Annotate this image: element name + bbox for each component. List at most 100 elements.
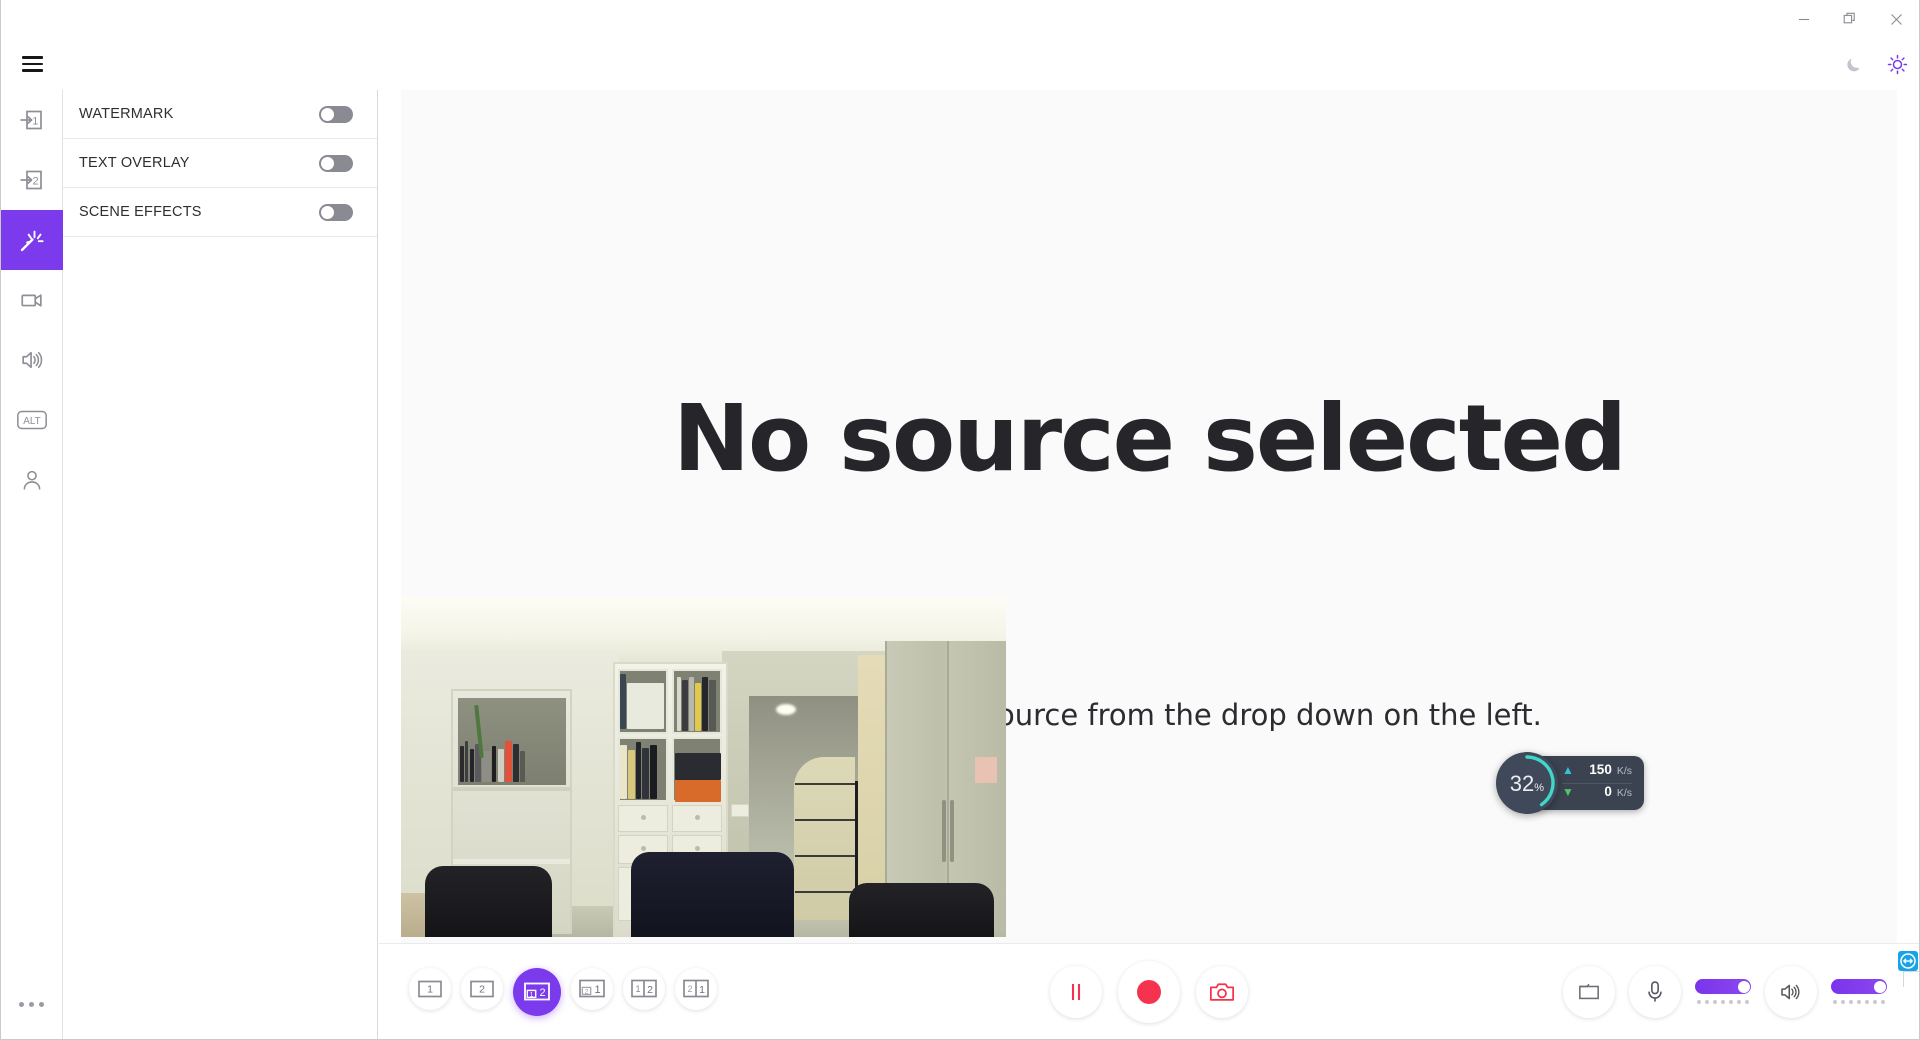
performance-indicator: 32% ▲ 150 K/s ▼ 0 K/s [1495, 752, 1644, 814]
layout-button-pip-1-in-2[interactable]: 1 2 [513, 967, 561, 1016]
layout-split-2-1-icon: 2 1 [683, 979, 709, 998]
microphone-level-meter [1695, 1000, 1751, 1004]
layout-split-1-2-icon: 1 2 [631, 979, 657, 998]
ellipsis-icon [19, 1001, 44, 1007]
light-mode-button[interactable] [1875, 38, 1919, 90]
alt-key-icon: ALT [16, 410, 47, 430]
text-overlay-toggle[interactable] [319, 154, 353, 172]
sidebar-item-alt[interactable]: ALT [1, 390, 63, 450]
microphone-button[interactable] [1629, 965, 1681, 1018]
setting-label-scene-effects: SCENE EFFECTS [79, 204, 202, 220]
layout-full-2-icon: 2 [470, 980, 494, 997]
effects-settings-panel: WATERMARK TEXT OVERLAY SCENE EFFECTS [63, 90, 378, 1039]
speaker-slider-knob[interactable] [1873, 980, 1886, 993]
layout-button-split-1-2[interactable]: 1 2 [623, 967, 665, 1010]
pause-button[interactable] [1050, 965, 1102, 1018]
folder-button[interactable] [1563, 965, 1615, 1018]
speaker-level-meter [1831, 1000, 1887, 1004]
download-unit: K/s [1616, 787, 1632, 799]
output-controls-group [1563, 965, 1897, 1018]
sidebar-item-account[interactable] [1, 450, 63, 510]
cpu-usage-ring: 32% [1495, 752, 1558, 814]
speaker-slider-track[interactable] [1831, 979, 1887, 994]
svg-text:2: 2 [32, 176, 38, 188]
svg-text:2: 2 [479, 983, 485, 995]
speaker-icon [21, 351, 42, 369]
download-value: 0 [1604, 784, 1612, 799]
snapshot-button[interactable] [1196, 965, 1248, 1018]
layout-button-full-1[interactable]: 1 [409, 967, 451, 1010]
layout-buttons-group: 1 2 1 2 2 1 1 2 2 1 [409, 967, 717, 1016]
speaker-volume-icon [1781, 984, 1800, 999]
upload-stat-row: ▲ 150 K/s [1562, 762, 1632, 783]
upload-value: 150 [1589, 762, 1612, 777]
microphone-slider-track[interactable] [1695, 979, 1751, 994]
close-button[interactable] [1873, 0, 1919, 38]
tray-stub [1903, 971, 1919, 987]
teamviewer-icon[interactable] [1898, 951, 1918, 971]
camera-icon [1209, 982, 1235, 1001]
layout-button-split-2-1[interactable]: 2 1 [675, 967, 717, 1010]
application-window: 1 2 ALT WATERMARK TEXT OVERLAY SCENE EFF… [0, 0, 1920, 1040]
sidebar-item-input-2[interactable]: 2 [1, 150, 63, 210]
svg-text:1: 1 [427, 983, 433, 995]
download-stat-row: ▼ 0 K/s [1561, 783, 1632, 804]
upload-unit: K/s [1616, 765, 1632, 777]
scene-effects-toggle[interactable] [319, 203, 353, 221]
bottom-control-bar: 1 2 1 2 2 1 1 2 2 1 [401, 944, 1897, 1039]
sidebar-item-effects[interactable] [0, 210, 63, 270]
magic-wand-icon [20, 230, 44, 251]
download-arrow-icon: ▼ [1561, 785, 1574, 799]
setting-row-watermark: WATERMARK [63, 90, 377, 139]
setting-row-text-overlay: TEXT OVERLAY [63, 139, 377, 188]
more-options-button[interactable] [1, 969, 63, 1039]
svg-text:1: 1 [530, 991, 534, 998]
person-icon [23, 470, 40, 490]
hamburger-icon [21, 52, 43, 76]
webcam-pip[interactable] [401, 597, 1006, 937]
dark-mode-button[interactable] [1831, 38, 1875, 90]
preview-stage: No source selected Please select a sourc… [379, 90, 1919, 1039]
svg-text:1: 1 [699, 984, 705, 996]
svg-text:1: 1 [635, 984, 640, 994]
layout-full-1-icon: 1 [418, 980, 442, 997]
record-button[interactable] [1118, 960, 1180, 1023]
microphone-icon [1648, 980, 1662, 1002]
hamburger-menu-button[interactable] [1, 38, 63, 90]
setting-label-text-overlay: TEXT OVERLAY [79, 155, 190, 171]
minimize-button[interactable] [1781, 0, 1827, 38]
restore-button[interactable] [1827, 0, 1873, 38]
app-header [1, 38, 1919, 90]
layout-button-pip-2-in-1[interactable]: 2 1 [571, 967, 613, 1010]
layout-button-full-2[interactable]: 2 [461, 967, 503, 1010]
pause-icon [1071, 983, 1081, 1000]
record-icon [1137, 979, 1161, 1004]
sidebar-item-video[interactable] [1, 270, 63, 330]
title-bar [1, 0, 1919, 38]
input-one-icon: 1 [20, 110, 42, 130]
svg-text:2: 2 [687, 984, 692, 994]
moon-icon [1846, 57, 1859, 71]
sidebar-item-input-1[interactable]: 1 [1, 90, 63, 150]
watermark-toggle[interactable] [319, 105, 353, 123]
no-source-title: No source selected [673, 385, 1627, 492]
sun-icon [1887, 54, 1907, 74]
folder-icon [1579, 983, 1599, 999]
svg-text:ALT: ALT [23, 416, 40, 427]
svg-text:2: 2 [585, 988, 589, 995]
input-two-icon: 2 [20, 170, 42, 190]
microphone-slider-knob[interactable] [1737, 980, 1750, 993]
upload-arrow-icon: ▲ [1561, 763, 1574, 777]
svg-text:2: 2 [539, 987, 545, 999]
speaker-volume-slider[interactable] [1831, 979, 1887, 1004]
preview-canvas[interactable]: No source selected Please select a sourc… [401, 90, 1897, 944]
cpu-percent-value: 32% [1509, 771, 1545, 796]
setting-row-scene-effects: SCENE EFFECTS [63, 188, 377, 237]
speaker-button[interactable] [1765, 965, 1817, 1018]
layout-pip-1-in-2-icon: 1 2 [524, 982, 550, 1001]
microphone-volume-slider[interactable] [1695, 979, 1751, 1004]
layout-pip-2-in-1-icon: 2 1 [579, 979, 605, 998]
sidebar-item-audio[interactable] [1, 330, 63, 390]
video-camera-icon [20, 294, 42, 307]
webcam-scene [401, 597, 1006, 937]
